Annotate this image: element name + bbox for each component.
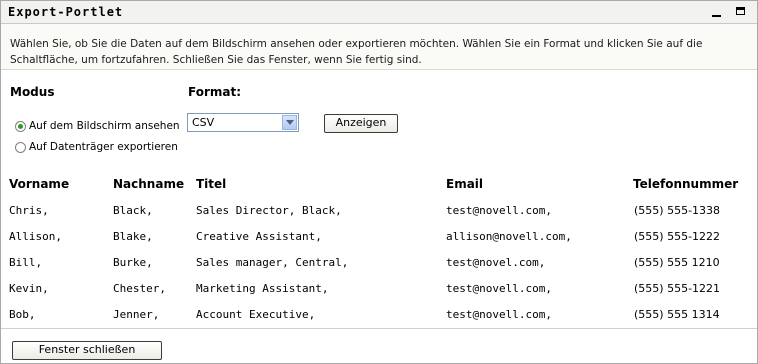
radio-export-label: Auf Datenträger exportieren — [29, 141, 178, 153]
cell-title: Marketing Assistant, — [196, 282, 329, 295]
dropdown-arrow-icon[interactable] — [282, 115, 297, 130]
radio-export-to-disk[interactable]: Auf Datenträger exportieren — [15, 141, 178, 153]
description-text: Wählen Sie, ob Sie die Daten auf dem Bil… — [10, 38, 703, 66]
show-button[interactable]: Anzeigen — [324, 114, 398, 133]
column-header-phone: Telefonnummer — [633, 177, 739, 191]
description-panel: Wählen Sie, ob Sie die Daten auf dem Bil… — [1, 24, 757, 70]
cell-phone: (555) 555 1314 — [634, 308, 720, 321]
column-header-firstname: Vorname — [9, 177, 70, 191]
format-selected-value: CSV — [192, 116, 215, 129]
format-label: Format: — [188, 85, 242, 99]
cell-email: test@novell.com, — [446, 204, 552, 217]
mode-label: Modus — [10, 85, 55, 99]
cell-firstname: Kevin, — [9, 282, 49, 295]
format-select[interactable]: CSV — [187, 113, 299, 132]
divider — [1, 328, 757, 329]
cell-email: test@novell.com, — [446, 282, 552, 295]
cell-phone: (555) 555-1222 — [634, 230, 721, 243]
cell-lastname: Jenner, — [113, 308, 160, 321]
cell-email: test@novel.com, — [446, 256, 546, 269]
radio-unselected-icon[interactable] — [15, 141, 26, 153]
cell-title: Creative Assistant, — [196, 230, 322, 243]
close-window-button[interactable]: Fenster schließen — [12, 341, 162, 360]
portlet-title: Export-Portlet — [8, 5, 124, 19]
cell-email: test@novell.com, — [446, 308, 552, 321]
cell-firstname: Bob, — [9, 308, 36, 321]
cell-email: allison@novell.com, — [446, 230, 572, 243]
column-header-email: Email — [446, 177, 484, 191]
cell-lastname: Chester, — [113, 282, 166, 295]
cell-title: Account Executive, — [196, 308, 316, 321]
radio-view-on-screen[interactable]: Auf dem Bildschirm ansehen — [15, 120, 180, 132]
cell-title: Sales manager, Central, — [196, 256, 349, 269]
portlet-title-bar: Export-Portlet — [1, 1, 757, 24]
cell-firstname: Chris, — [9, 204, 49, 217]
cell-firstname: Allison, — [9, 230, 62, 243]
cell-lastname: Black, — [113, 204, 153, 217]
radio-view-label: Auf dem Bildschirm ansehen — [29, 120, 180, 132]
column-header-title: Titel — [196, 177, 227, 191]
cell-firstname: Bill, — [9, 256, 43, 269]
maximize-icon[interactable] — [736, 7, 745, 15]
export-portlet: Export-Portlet Wählen Sie, ob Sie die Da… — [0, 0, 758, 364]
cell-phone: (555) 555 1210 — [634, 256, 720, 269]
radio-selected-icon[interactable] — [15, 120, 26, 132]
cell-phone: (555) 555-1338 — [634, 204, 721, 217]
column-header-lastname: Nachname — [113, 177, 185, 191]
cell-phone: (555) 555-1221 — [634, 282, 721, 295]
cell-lastname: Burke, — [113, 256, 153, 269]
cell-title: Sales Director, Black, — [196, 204, 342, 217]
minimize-icon[interactable] — [712, 15, 721, 17]
cell-lastname: Blake, — [113, 230, 153, 243]
